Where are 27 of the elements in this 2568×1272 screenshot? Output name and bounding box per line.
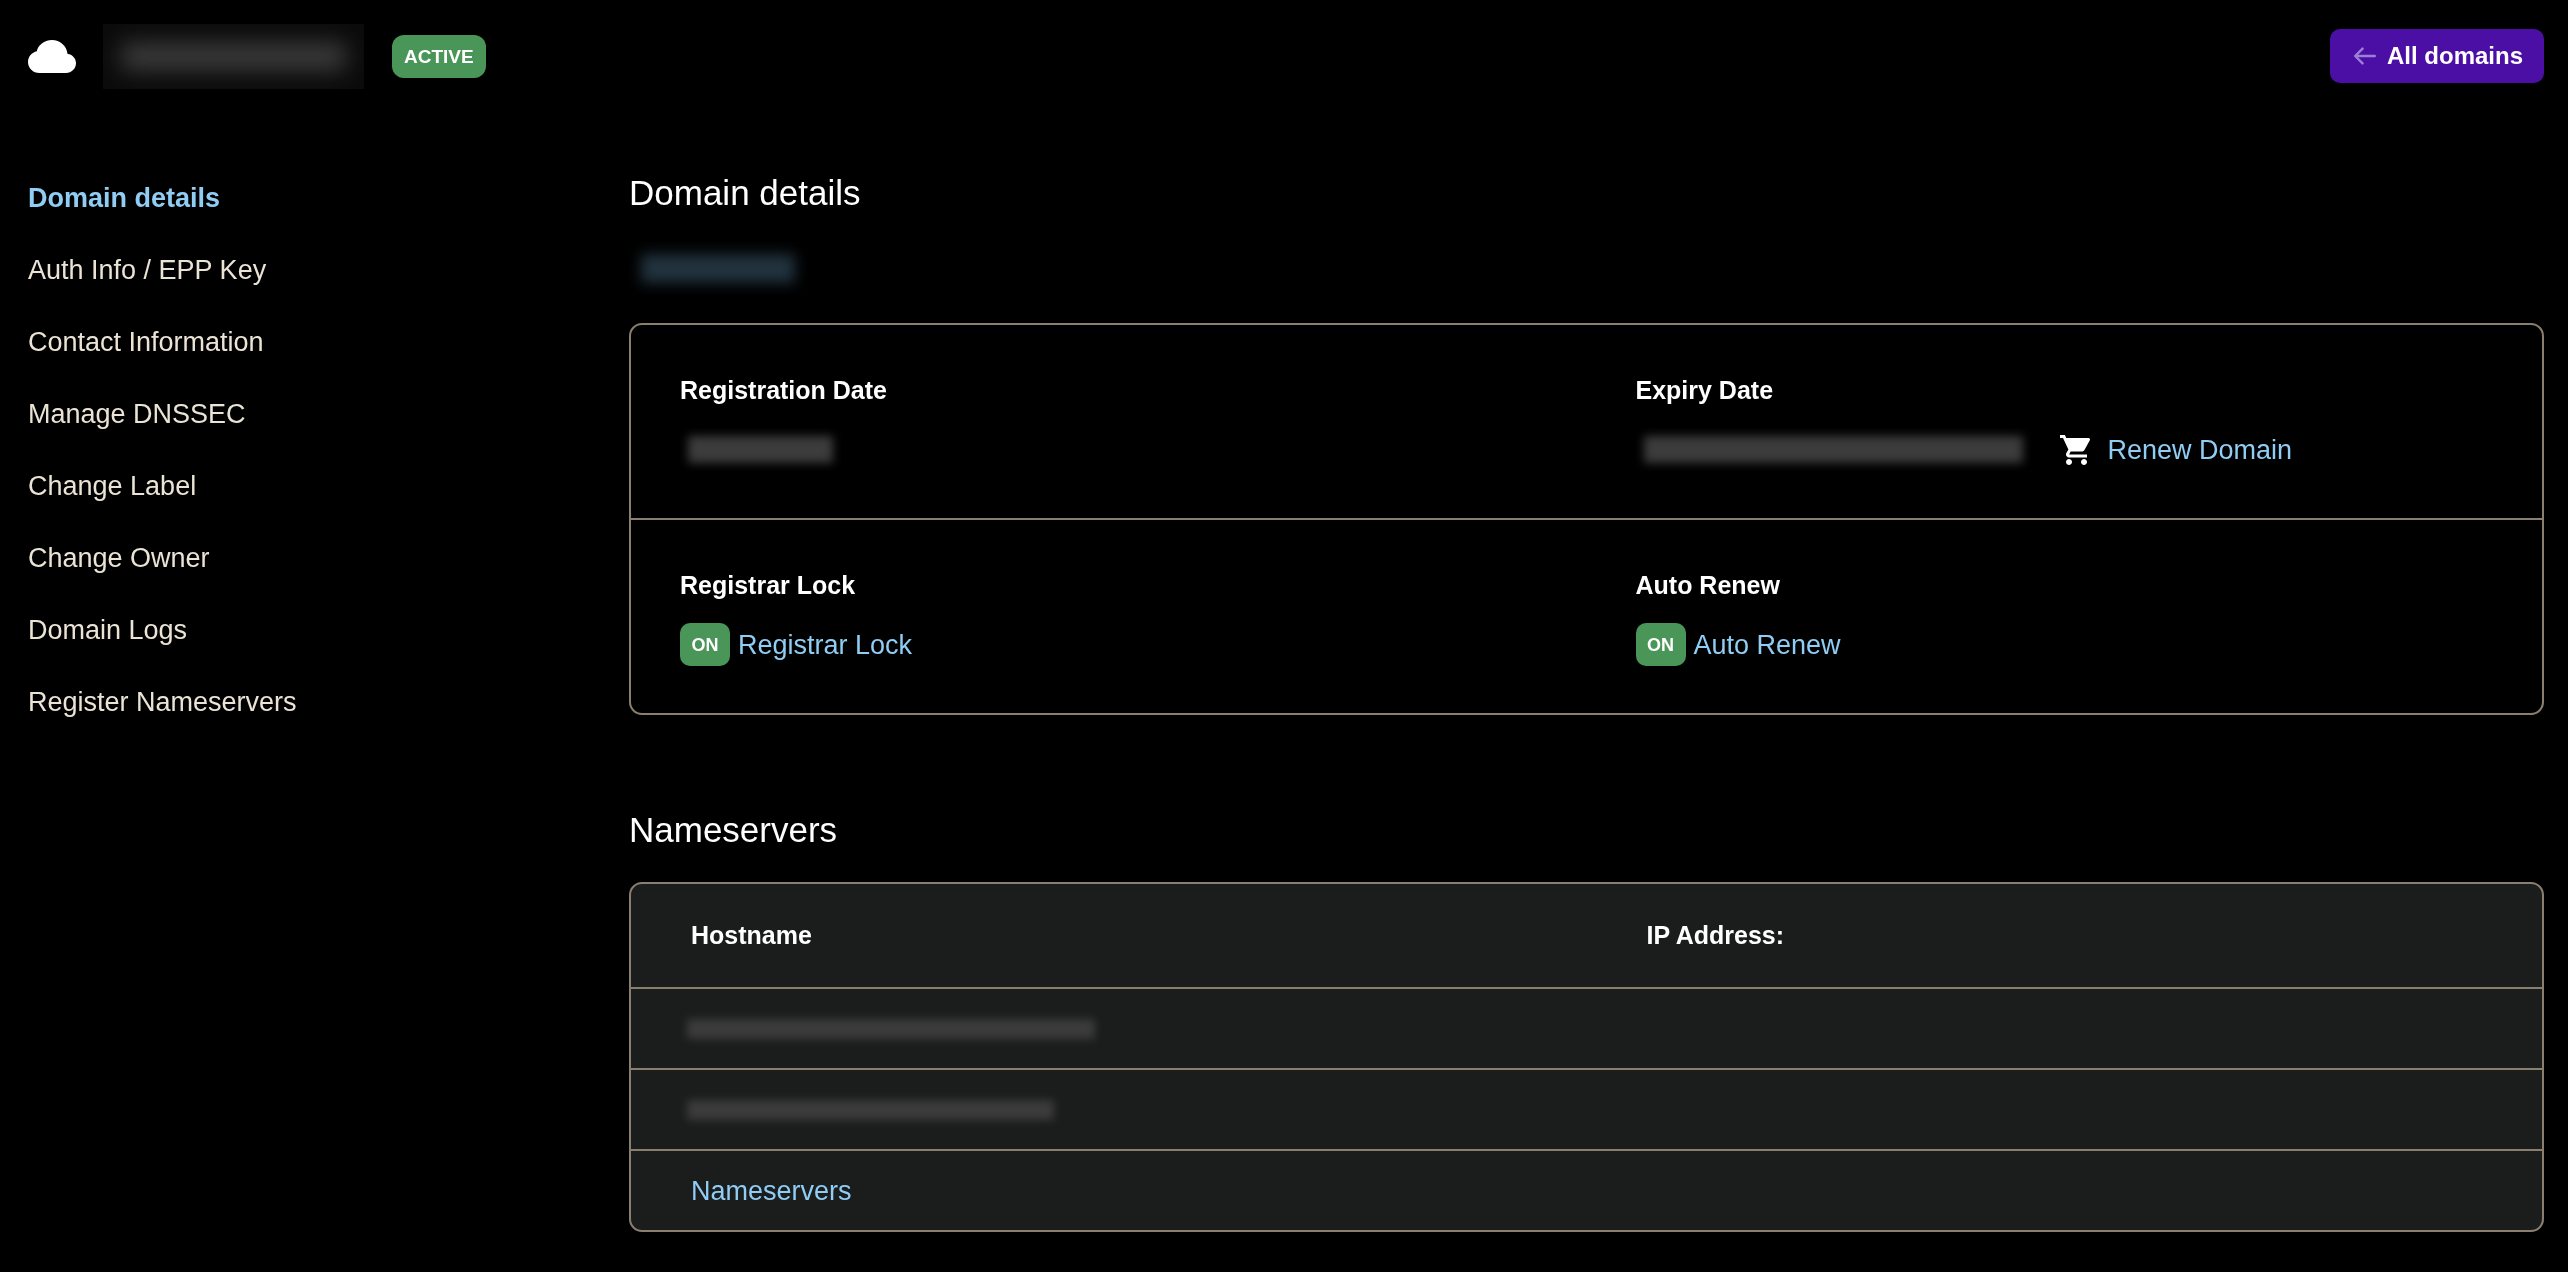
status-badge: ACTIVE	[392, 34, 486, 78]
toggle-link[interactable]: Auto Renew	[1693, 628, 1841, 661]
field-label: Registration Date	[680, 375, 887, 405]
sidebar-link[interactable]: Manage DNSSEC	[28, 378, 246, 450]
column-header: Hostname	[691, 921, 812, 950]
renew-link[interactable]: Renew Domain	[2107, 433, 2293, 466]
status-badge: ON	[680, 623, 730, 666]
section-title: Nameservers	[629, 809, 838, 850]
sidebar-link[interactable]: Domain details	[28, 162, 221, 234]
sidebar-link[interactable]: Domain Logs	[28, 594, 188, 666]
column-header: IP Address:	[1646, 921, 1785, 950]
nameservers-link[interactable]: Nameservers	[691, 1174, 852, 1207]
field-label: Expiry Date	[1635, 375, 1774, 405]
cart-icon	[2059, 434, 2090, 465]
sidebar-link[interactable]: Register Nameservers	[28, 666, 297, 738]
cloud-icon	[28, 39, 76, 73]
field-label: Auto Renew	[1635, 570, 1780, 600]
status-badge: ON	[1635, 623, 1686, 666]
sidebar-link[interactable]: Auth Info / EPP Key	[28, 234, 267, 306]
section-title: Domain details	[629, 172, 861, 213]
sidebar-link[interactable]: Contact Information	[28, 306, 264, 378]
field-label: Registrar Lock	[680, 570, 856, 600]
toggle-link[interactable]: Registrar Lock	[738, 628, 913, 661]
all-domains-button[interactable]: All domains	[2329, 29, 2544, 83]
sidebar-link[interactable]: Change Label	[28, 450, 197, 522]
arrow-left-icon	[2353, 47, 2376, 65]
sidebar-link[interactable]: Change Owner	[28, 522, 210, 594]
